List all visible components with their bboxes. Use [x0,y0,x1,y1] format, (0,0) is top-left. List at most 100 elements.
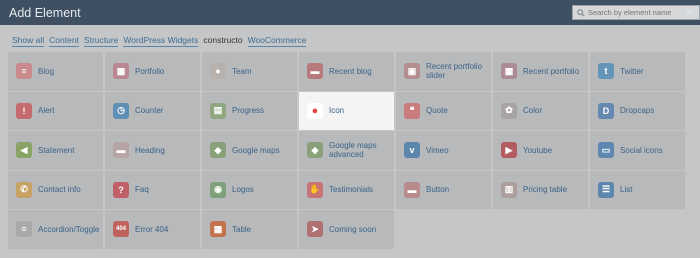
element-tile-logos[interactable]: ◉ Logos [202,170,297,209]
element-tile-contact-info[interactable]: ✆ Contact info [8,170,103,209]
element-tile-error-404[interactable]: 404 Error 404 [105,210,200,249]
icon-element-icon: ● [307,102,323,119]
element-tile-quote[interactable]: ❝ Quote [396,91,491,130]
element-label: Google maps advanced [329,141,377,160]
element-tile-pricing-table[interactable]: ▥ Pricing table [493,170,588,209]
dropcaps-icon: D [598,102,614,119]
element-label: Table [232,224,252,234]
recent-portfolio-slider-icon: ▣ [404,63,420,80]
list-icon: ☰ [598,181,614,198]
element-tile-vimeo[interactable]: v Vimeo [396,131,491,170]
element-tile-statement[interactable]: ◀ Statement [8,131,103,170]
element-label: Quote [426,106,448,116]
close-icon[interactable]: × [685,4,693,20]
element-label: Alert [38,106,55,116]
button-icon: ▬ [404,181,420,198]
table-icon: ▦ [210,221,226,238]
element-label: Heading [135,145,165,155]
add-element-dialog: Add Element × Show all Content Structure Wo… [0,0,700,258]
filter-content[interactable]: Content [49,35,79,47]
element-label: Recent portfolio slider [426,62,483,81]
google-maps-icon: ◆ [210,142,226,159]
element-label: Recent blog [329,66,372,76]
progress-icon: ▤ [210,102,226,119]
element-tile-heading[interactable]: ▬ Heading [105,131,200,170]
element-label: Recent portfolio [523,66,580,76]
element-label: Statement [38,145,75,155]
element-tile-accordion-toggle[interactable]: ≡ Accordion/Toggle [8,210,103,249]
element-label: Youtube [523,145,553,155]
filter-tabs: Show all Content Structure WordPress Widget… [12,35,307,47]
element-tile-twitter[interactable]: t Twitter [590,52,685,91]
element-label: Accordion/Toggle [38,224,100,234]
element-grid: ≡ Blog ▦ Portfolio ● Team ▬ Recent blog ▣ Recent … [8,52,688,249]
recent-portfolio-icon: ▦ [501,63,517,80]
portfolio-icon: ▦ [113,63,129,80]
element-tile-testimonials[interactable]: ✋ Testimonials [299,170,394,209]
filter-woocommerce[interactable]: WooCommerce [247,35,307,47]
contact-info-icon: ✆ [16,181,32,198]
element-tile-youtube[interactable]: ▶ Youtube [493,131,588,170]
element-tile-icon[interactable]: ● Icon [299,91,394,130]
element-tile-dropcaps[interactable]: D Dropcaps [590,91,685,130]
element-label: Testimonials [329,185,374,195]
element-tile-blog[interactable]: ≡ Blog [8,52,103,91]
element-tile-google-maps[interactable]: ◆ Google maps [202,131,297,170]
element-tile-recent-portfolio[interactable]: ▦ Recent portfolio [493,52,588,91]
alert-icon: ! [16,102,32,119]
element-label: Social icons [620,145,663,155]
element-label: Icon [329,106,345,116]
statement-icon: ◀ [16,142,32,159]
recent-blog-icon: ▬ [307,63,323,80]
element-label: Blog [38,66,55,76]
element-label: Coming soon [329,224,377,234]
element-tile-recent-portfolio-slider[interactable]: ▣ Recent portfolio slider [396,52,491,91]
element-label: Twitter [620,66,644,76]
element-tile-team[interactable]: ● Team [202,52,297,91]
search-field[interactable] [572,5,700,20]
element-label: Error 404 [135,224,169,234]
testimonials-icon: ✋ [307,181,323,198]
element-label: Button [426,185,450,195]
element-tile-list[interactable]: ☰ List [590,170,685,209]
team-icon: ● [210,63,226,80]
element-tile-progress[interactable]: ▤ Progress [202,91,297,130]
filter-structure[interactable]: Structure [83,35,119,47]
element-label: Progress [232,106,265,116]
social-icons-icon: ▭ [598,142,614,159]
accordion-toggle-icon: ≡ [16,221,32,238]
element-label: Vimeo [426,145,449,155]
element-label: Google maps [232,145,280,155]
element-tile-alert[interactable]: ! Alert [8,91,103,130]
search-input[interactable] [585,8,693,17]
element-label: List [620,185,633,195]
coming-soon-icon: ➤ [307,221,323,238]
element-tile-faq[interactable]: ? Faq [105,170,200,209]
element-label: Logos [232,185,254,195]
element-label: Portfolio [135,66,165,76]
filter-show-all[interactable]: Show all [12,35,45,47]
search [572,5,700,20]
element-tile-portfolio[interactable]: ▦ Portfolio [105,52,200,91]
filter-wordpress-widgets[interactable]: WordPress Widgets [123,35,199,47]
counter-icon: ◷ [113,102,129,119]
dialog-header: Add Element × [0,0,700,25]
google-maps-advanced-icon: ◆ [307,142,323,159]
element-tile-button[interactable]: ▬ Button [396,170,491,209]
element-tile-google-maps-advanced[interactable]: ◆ Google maps advanced [299,131,394,170]
element-label: Color [523,106,543,116]
element-tile-social-icons[interactable]: ▭ Social icons [590,131,685,170]
element-tile-color[interactable]: ✿ Color [493,91,588,130]
error-404-icon: 404 [113,221,129,238]
element-tile-coming-soon[interactable]: ➤ Coming soon [299,210,394,249]
element-tile-counter[interactable]: ◷ Counter [105,91,200,130]
logos-icon: ◉ [210,181,226,198]
element-label: Pricing table [523,185,568,195]
element-label: Counter [135,106,164,116]
element-tile-table[interactable]: ▦ Table [202,210,297,249]
element-label: Team [232,66,252,76]
element-tile-recent-blog[interactable]: ▬ Recent blog [299,52,394,91]
filter-constructo[interactable]: constructo [203,35,242,47]
quote-icon: ❝ [404,102,420,119]
youtube-icon: ▶ [501,142,517,159]
